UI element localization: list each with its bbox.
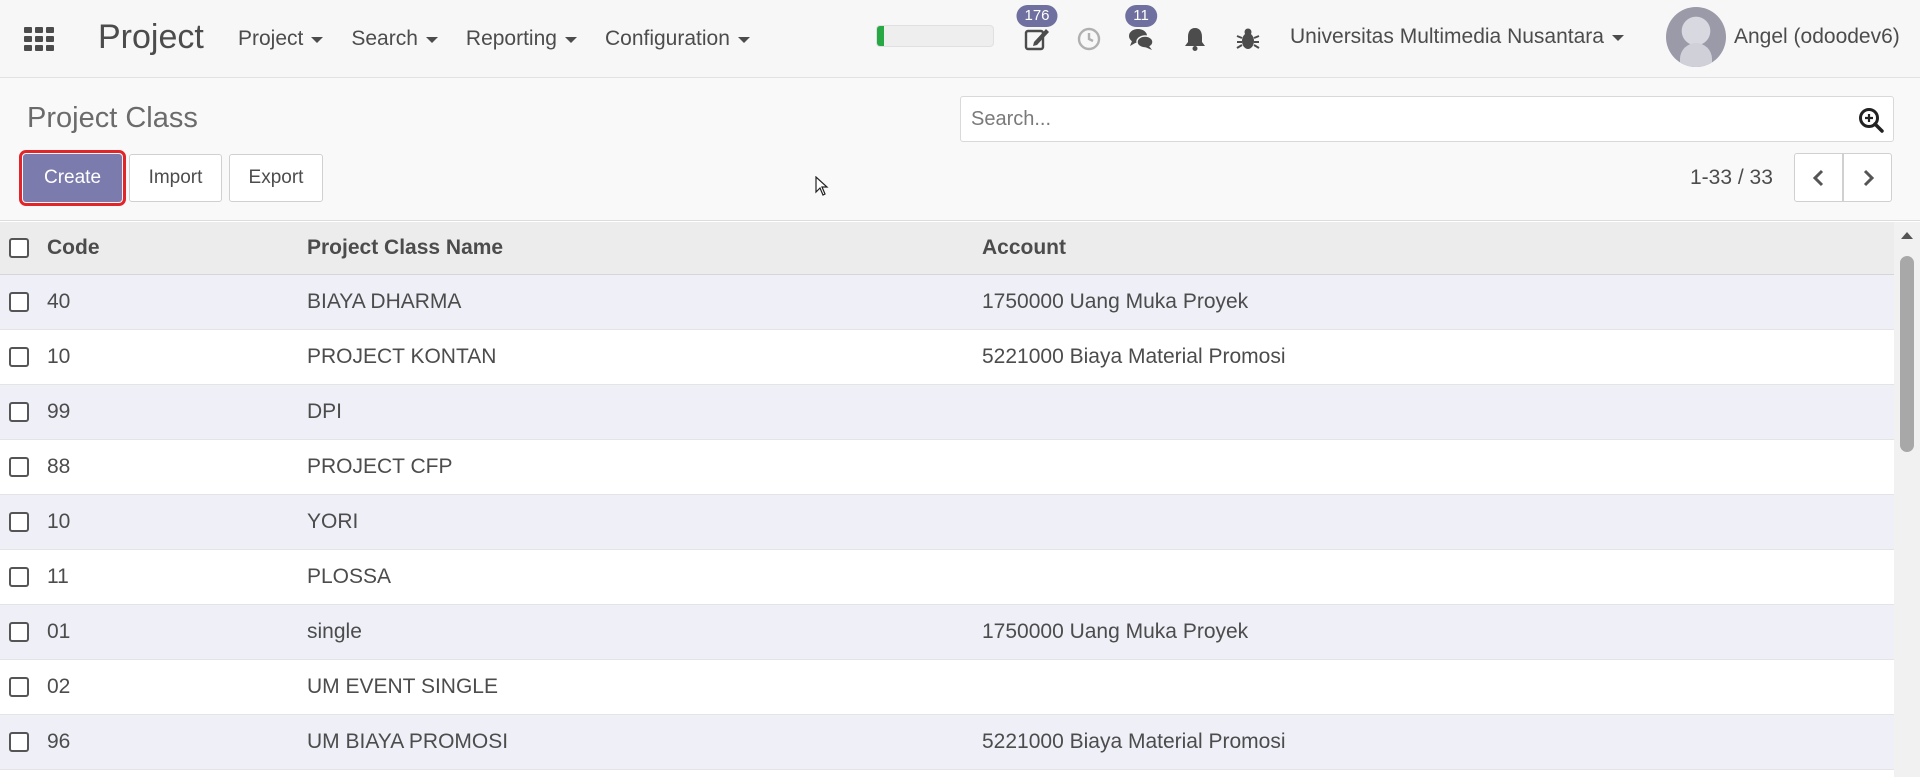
column-header-account[interactable]: Account — [982, 236, 1066, 260]
messages-badge: 11 — [1125, 5, 1157, 27]
bug-icon — [1236, 28, 1260, 49]
table-row[interactable]: 10 YORI — [0, 495, 1894, 550]
vertical-scrollbar[interactable] — [1894, 222, 1920, 777]
cell-code: 40 — [47, 290, 71, 313]
main-menu: Project Search Reporting Configuration — [238, 27, 778, 51]
caret-down-icon — [1611, 35, 1624, 41]
import-button[interactable]: Import — [129, 154, 222, 202]
table-row[interactable]: 40 BIAYA DHARMA 1750000 Uang Muka Proyek — [0, 275, 1894, 330]
cell-name: PLOSSA — [307, 565, 392, 588]
clock-icon — [1077, 27, 1101, 51]
caret-down-icon — [311, 37, 324, 43]
cell-code: 01 — [47, 620, 71, 643]
row-checkbox[interactable] — [9, 347, 29, 367]
avatar[interactable] — [1666, 7, 1726, 67]
menu-project-label: Project — [238, 27, 304, 50]
cell-code: 88 — [47, 455, 71, 478]
bell-icon — [1185, 28, 1205, 51]
create-button[interactable]: Create — [19, 150, 126, 206]
cell-name: BIAYA DHARMA — [307, 290, 462, 313]
cell-name: PROJECT KONTAN — [307, 345, 497, 368]
cell-name: DPI — [307, 400, 343, 423]
activities-button[interactable]: 176 — [1016, 5, 1058, 56]
notifications-button[interactable] — [1178, 22, 1212, 56]
chevron-right-icon — [1863, 169, 1874, 186]
export-button[interactable]: Export — [229, 154, 323, 202]
cell-name: single — [307, 620, 362, 643]
cell-code: 02 — [47, 675, 71, 698]
table-row[interactable]: 88 PROJECT CFP — [0, 440, 1894, 495]
cell-account: 5221000 Biaya Material Promosi — [982, 345, 1286, 368]
caret-down-icon — [564, 37, 577, 43]
row-checkbox[interactable] — [9, 402, 29, 422]
cell-code: 96 — [47, 730, 71, 753]
scrollbar-thumb[interactable] — [1900, 256, 1914, 452]
cell-account: 1750000 Uang Muka Proyek — [982, 620, 1249, 643]
list-view: Code Project Class Name Account 40 BIAYA… — [0, 222, 1894, 777]
search-input[interactable] — [971, 107, 1851, 131]
column-header-code[interactable]: Code — [47, 236, 100, 260]
clock-button[interactable] — [1072, 22, 1106, 56]
row-checkbox[interactable] — [9, 567, 29, 587]
app-title: Project — [98, 18, 204, 56]
table-row[interactable]: 01 single 1750000 Uang Muka Proyek — [0, 605, 1894, 660]
menu-reporting-label: Reporting — [465, 27, 557, 50]
cell-account: 1750000 Uang Muka Proyek — [982, 290, 1249, 313]
chevron-left-icon — [1812, 169, 1823, 186]
cell-name: YORI — [307, 510, 359, 533]
top-navbar: Project Project Search Reporting Configu… — [0, 0, 1920, 78]
column-header-name[interactable]: Project Class Name — [307, 236, 503, 260]
apps-menu-icon[interactable] — [24, 27, 54, 51]
row-checkbox[interactable] — [9, 512, 29, 532]
scroll-up-arrow-icon[interactable] — [1901, 232, 1913, 239]
cell-code: 11 — [47, 565, 69, 588]
chat-icon — [1129, 29, 1154, 50]
row-checkbox[interactable] — [9, 292, 29, 312]
progress-fill — [877, 26, 884, 46]
row-checkbox[interactable] — [9, 677, 29, 697]
cell-name: UM BIAYA PROMOSI — [307, 730, 509, 753]
pager-previous-button[interactable] — [1794, 153, 1843, 202]
cell-code: 99 — [47, 400, 71, 423]
row-checkbox[interactable] — [9, 622, 29, 642]
debug-button[interactable] — [1231, 22, 1265, 56]
table-header-row: Code Project Class Name Account — [0, 222, 1894, 275]
table-row[interactable]: 10 PROJECT KONTAN 5221000 Biaya Material… — [0, 330, 1894, 385]
company-name: Universitas Multimedia Nusantara — [1290, 25, 1604, 48]
row-checkbox[interactable] — [9, 732, 29, 752]
cell-account: 5221000 Biaya Material Promosi — [982, 730, 1286, 753]
select-all-checkbox[interactable] — [9, 238, 29, 258]
table-row[interactable]: 02 UM EVENT SINGLE — [0, 660, 1894, 715]
activities-badge: 176 — [1016, 5, 1058, 27]
control-panel: Project Class Create Import Export 1-33 … — [0, 78, 1920, 221]
menu-search-label: Search — [351, 27, 418, 50]
messages-button[interactable]: 11 — [1124, 5, 1158, 56]
cell-name: UM EVENT SINGLE — [307, 675, 498, 698]
mouse-cursor-icon — [815, 176, 829, 196]
page-title: Project Class — [27, 102, 198, 134]
search-icon[interactable] — [1857, 106, 1885, 134]
company-switcher[interactable]: Universitas Multimedia Nusantara — [1290, 25, 1624, 49]
edit-icon — [1024, 29, 1049, 51]
cell-code: 10 — [47, 345, 71, 368]
table-row[interactable]: 11 PLOSSA — [0, 550, 1894, 605]
menu-configuration-label: Configuration — [604, 27, 730, 50]
cell-code: 10 — [47, 510, 71, 533]
caret-down-icon — [737, 37, 750, 43]
table-row[interactable]: 96 UM BIAYA PROMOSI 5221000 Biaya Materi… — [0, 715, 1894, 770]
menu-search[interactable]: Search — [351, 27, 438, 51]
cell-name: PROJECT CFP — [307, 455, 453, 478]
row-checkbox[interactable] — [9, 457, 29, 477]
menu-reporting[interactable]: Reporting — [466, 27, 577, 51]
table-row[interactable]: 99 DPI — [0, 385, 1894, 440]
menu-configuration[interactable]: Configuration — [605, 27, 750, 51]
menu-project[interactable]: Project — [238, 27, 324, 51]
user-menu[interactable]: Angel (odoodev6) — [1734, 25, 1900, 49]
pager-value[interactable]: 1-33 / 33 — [1690, 166, 1773, 190]
caret-down-icon — [425, 37, 438, 43]
pager-next-button[interactable] — [1843, 153, 1892, 202]
search-box — [960, 96, 1894, 142]
progress-bar — [876, 25, 994, 47]
